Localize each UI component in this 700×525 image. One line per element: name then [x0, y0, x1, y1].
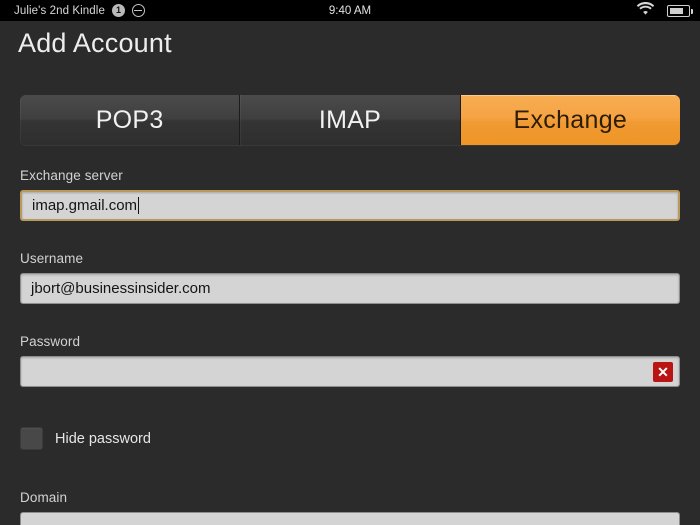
field-group-domain: Domain [0, 490, 700, 505]
server-field-label: Exchange server [20, 168, 123, 183]
page-title: Add Account [18, 28, 172, 58]
clear-error-icon[interactable]: ✕ [653, 361, 673, 382]
hide-password-row[interactable]: Hide password [0, 427, 700, 450]
tab-exchange[interactable]: Exchange [460, 95, 680, 145]
field-group-server: Exchange server imap.gmail.com [0, 168, 700, 221]
field-group-username: Username jbort@businessinsider.com [0, 251, 700, 304]
status-bar-left: Julie's 2nd Kindle 1 [14, 4, 145, 17]
server-input-value: imap.gmail.com [32, 197, 138, 214]
kindle-add-account-screen: Julie's 2nd Kindle 1 9:40 AM Add Account… [0, 0, 700, 525]
password-field-label: Password [20, 334, 81, 349]
wifi-icon[interactable] [636, 1, 655, 20]
do-not-disturb-icon[interactable] [131, 4, 145, 17]
username-input-value: jbort@businessinsider.com [31, 280, 211, 297]
field-group-password: Password ✕ [0, 334, 700, 387]
hide-password-checkbox[interactable] [20, 427, 43, 450]
status-bar: Julie's 2nd Kindle 1 9:40 AM [0, 0, 700, 21]
password-input[interactable]: ✕ [20, 356, 680, 387]
text-caret [138, 197, 140, 214]
domain-field-label: Domain [20, 490, 68, 505]
tab-imap[interactable]: IMAP [240, 95, 461, 145]
battery-icon [667, 4, 693, 17]
hide-password-label: Hide password [55, 430, 151, 447]
add-account-form: Exchange server imap.gmail.com Username … [0, 168, 700, 525]
notification-count-badge[interactable]: 1 [111, 4, 125, 17]
device-name-label: Julie's 2nd Kindle [14, 4, 105, 17]
account-type-tab-bar: POP3 IMAP Exchange [20, 95, 680, 145]
username-field-label: Username [20, 251, 84, 266]
server-input[interactable]: imap.gmail.com [20, 190, 680, 221]
domain-input[interactable] [20, 512, 680, 525]
status-bar-right [636, 1, 693, 20]
battery-fill [669, 7, 683, 14]
tab-pop3[interactable]: POP3 [20, 95, 241, 145]
username-input[interactable]: jbort@businessinsider.com [20, 273, 680, 304]
